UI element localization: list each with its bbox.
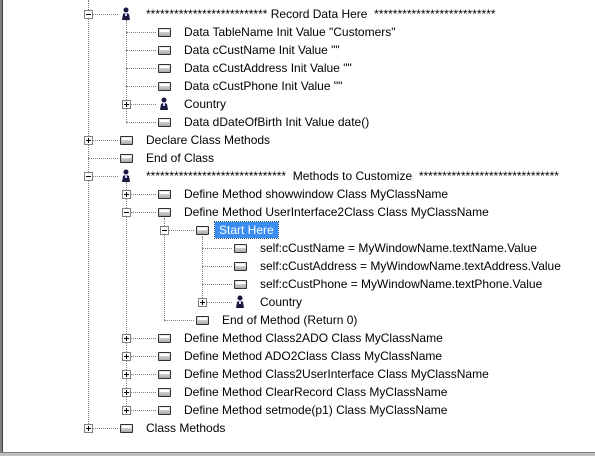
expand-icon[interactable] — [122, 100, 131, 109]
code-node-icon — [120, 154, 133, 163]
tree-item-define-clearrecord[interactable]: Define Method ClearRecord Class MyClassN… — [184, 384, 447, 400]
tree-item-define-class2userinterface[interactable]: Define Method Class2UserInterface Class … — [184, 366, 489, 382]
tree-line — [202, 284, 232, 285]
tree-line — [164, 320, 194, 321]
tree-item-country[interactable]: Country — [260, 294, 302, 310]
person-icon — [236, 295, 244, 308]
tree-item-declare-class-methods[interactable]: Declare Class Methods — [146, 132, 270, 148]
tree-item-define-setmode[interactable]: Define Method setmode(p1) Class MyClassN… — [184, 402, 447, 418]
code-node-icon — [158, 208, 171, 217]
code-node-icon — [234, 262, 247, 271]
collapse-icon[interactable] — [160, 226, 169, 235]
code-node-icon — [158, 46, 171, 55]
expand-icon[interactable] — [84, 136, 93, 145]
tree-item-country[interactable]: Country — [184, 96, 226, 112]
tree-item-define-ado2class[interactable]: Define Method ADO2Class Class MyClassNam… — [184, 348, 442, 364]
panel-left-border — [0, 0, 3, 456]
code-node-icon — [120, 136, 133, 145]
tree-view-panel: ************************** Record Data H… — [0, 0, 595, 456]
code-node-icon — [196, 226, 209, 235]
tree-line — [126, 32, 156, 33]
tree-line — [126, 86, 156, 87]
tree-line — [202, 248, 232, 249]
code-node-icon — [234, 244, 247, 253]
panel-bottom-border — [0, 452, 595, 456]
methods-to-customize-header[interactable]: ****************************** Methods t… — [146, 168, 559, 184]
code-node-icon — [158, 82, 171, 91]
person-icon — [122, 169, 130, 182]
code-node-icon — [196, 316, 209, 325]
tree-item-define-showwindow[interactable]: Define Method showwindow Class MyClassNa… — [184, 186, 448, 202]
collapse-icon[interactable] — [122, 208, 131, 217]
tree-line — [126, 68, 156, 69]
code-node-icon — [158, 388, 171, 397]
tree-item-end-of-class[interactable]: End of Class — [146, 150, 214, 166]
tree-line — [88, 158, 118, 159]
code-node-icon — [158, 64, 171, 73]
expand-icon[interactable] — [84, 424, 93, 433]
tree-line — [202, 236, 203, 302]
expand-icon[interactable] — [122, 370, 131, 379]
tree-line — [88, 0, 89, 428]
tree-item-class-methods[interactable]: Class Methods — [146, 420, 225, 436]
code-node-icon — [158, 190, 171, 199]
tree-item-data-custaddress[interactable]: Data cCustAddress Init Value "" — [184, 60, 352, 76]
person-icon — [122, 7, 130, 20]
expand-icon[interactable] — [122, 406, 131, 415]
tree-line — [126, 122, 156, 123]
code-node-icon — [158, 334, 171, 343]
code-node-icon — [158, 118, 171, 127]
code-node-icon — [158, 352, 171, 361]
code-node-icon — [158, 406, 171, 415]
record-data-header[interactable]: ************************** Record Data H… — [146, 6, 496, 22]
tree-item-self-custphone[interactable]: self:cCustPhone = MyWindowName.textPhone… — [260, 276, 542, 292]
collapse-icon[interactable] — [84, 10, 93, 19]
tree-item-data-tablename[interactable]: Data TableName Init Value "Customers" — [184, 24, 396, 40]
tree-item-data-custname[interactable]: Data cCustName Init Value "" — [184, 42, 340, 58]
tree-item-define-class2ado[interactable]: Define Method Class2ADO Class MyClassNam… — [184, 330, 443, 346]
expand-icon[interactable] — [198, 298, 207, 307]
code-node-icon — [234, 280, 247, 289]
tree-item-data-custphone[interactable]: Data cCustPhone Init Value "" — [184, 78, 342, 94]
code-node-icon — [120, 424, 133, 433]
tree-item-end-of-method[interactable]: End of Method (Return 0) — [222, 312, 357, 328]
collapse-icon[interactable] — [84, 172, 93, 181]
tree-line — [202, 266, 232, 267]
expand-icon[interactable] — [122, 334, 131, 343]
tree-line — [126, 50, 156, 51]
expand-icon[interactable] — [122, 190, 131, 199]
expand-icon[interactable] — [122, 388, 131, 397]
tree-item-start-here-selected[interactable]: Start Here — [214, 221, 279, 239]
expand-icon[interactable] — [122, 352, 131, 361]
tree-item-define-userinterface2class[interactable]: Define Method UserInterface2Class Class … — [184, 204, 489, 220]
tree-item-self-custaddress[interactable]: self:cCustAddress = MyWindowName.textAdd… — [260, 258, 561, 274]
code-node-icon — [158, 370, 171, 379]
tree-item-data-dateofbirth[interactable]: Data dDateOfBirth Init Value date() — [184, 114, 369, 130]
tree-item-self-custname[interactable]: self:cCustName = MyWindowName.textName.V… — [260, 240, 537, 256]
person-icon — [160, 97, 168, 110]
code-node-icon — [158, 28, 171, 37]
